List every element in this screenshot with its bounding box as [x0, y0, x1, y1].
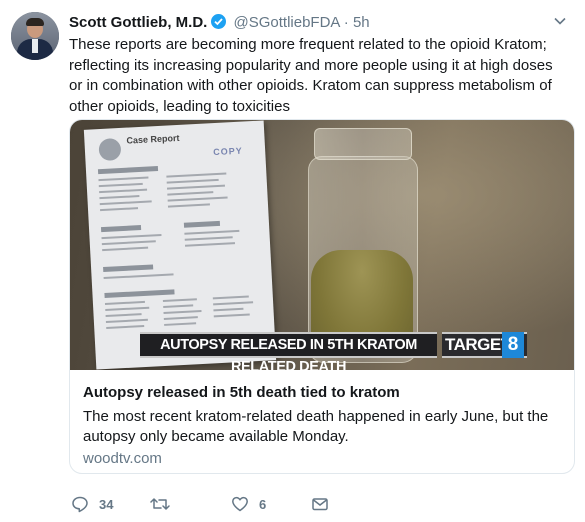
tweet-text: These reports are becoming more frequent…	[69, 36, 553, 115]
document-stamp: COPY	[212, 145, 243, 158]
station-logo-word: TARGET	[445, 335, 511, 354]
card-image: Case Report COPY AUTOPSY RELEASED IN 5TH…	[70, 120, 574, 370]
station-logo-number: 8	[502, 332, 524, 358]
verified-badge-icon	[211, 14, 227, 29]
reply-count: 34	[99, 496, 114, 512]
lower-third-text: AUTOPSY RELEASED IN 5TH KRATOM RELATED D…	[160, 337, 417, 370]
chevron-down-icon[interactable]	[553, 14, 567, 28]
station-logo: TARGET 8	[442, 332, 527, 358]
link-card[interactable]: Case Report COPY AUTOPSY RELEASED IN 5TH…	[69, 119, 575, 474]
direct-message-icon	[312, 498, 328, 511]
like-count: 6	[259, 496, 267, 512]
tweet-header: Scott Gottlieb, M.D. @SGottliebFDA · 5h	[69, 13, 370, 33]
card-description: The most recent kratom-related death hap…	[83, 408, 549, 445]
reply-icon	[72, 496, 88, 513]
avatar[interactable]	[11, 12, 59, 60]
lower-third-banner: AUTOPSY RELEASED IN 5TH KRATOM RELATED D…	[140, 332, 437, 370]
retweet-icon	[150, 498, 170, 510]
tweet[interactable]: Scott Gottlieb, M.D. @SGottliebFDA · 5h …	[0, 0, 585, 522]
tweet-actions: 34 6	[69, 493, 569, 515]
reply-button[interactable]: 34	[71, 493, 113, 515]
card-title[interactable]: Autopsy released in 5th death tied to kr…	[83, 384, 400, 401]
direct-message-button[interactable]	[311, 493, 329, 515]
jar-image	[308, 128, 418, 364]
like-icon	[232, 496, 248, 512]
tweet-timestamp[interactable]: 5h	[353, 14, 370, 31]
retweet-button[interactable]	[149, 493, 181, 515]
like-button[interactable]: 6	[231, 493, 266, 515]
author-handle[interactable]: @SGottliebFDA	[234, 14, 340, 31]
separator: ·	[343, 14, 349, 31]
author-name[interactable]: Scott Gottlieb, M.D.	[69, 14, 207, 31]
document-title: Case Report	[126, 132, 180, 146]
card-domain[interactable]: woodtv.com	[83, 450, 162, 467]
